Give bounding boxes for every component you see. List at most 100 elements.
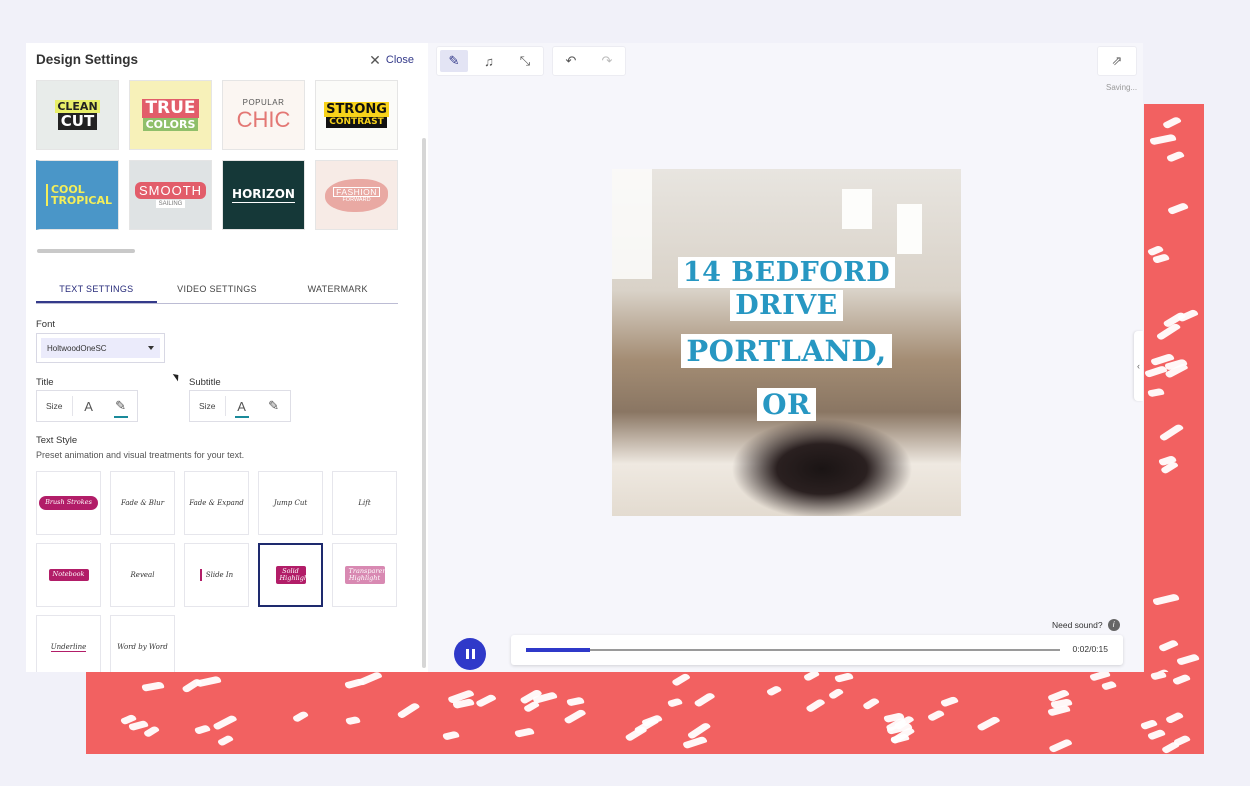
subtitle-size-button[interactable]: Size bbox=[190, 396, 226, 416]
brush-stroke-decoration bbox=[1166, 150, 1185, 163]
external-link-icon: ⇗ bbox=[1111, 53, 1123, 68]
mouse-cursor bbox=[172, 371, 182, 382]
close-icon: ✕ bbox=[369, 52, 381, 68]
resize-button[interactable]: ⤡ bbox=[507, 47, 543, 75]
undo-button[interactable]: ↶ bbox=[553, 47, 589, 75]
decorative-pattern-bottom bbox=[86, 672, 1204, 754]
tab-watermark[interactable]: WATERMARK bbox=[277, 280, 398, 303]
brush-stroke-decoration bbox=[671, 672, 691, 688]
panel-scrollbar[interactable] bbox=[422, 138, 426, 668]
style-transparent-highlight[interactable]: Transparent Highlight bbox=[332, 543, 397, 607]
brush-stroke-decoration bbox=[940, 695, 959, 708]
style-underline[interactable]: Underline bbox=[36, 615, 101, 672]
style-reveal[interactable]: Reveal bbox=[110, 543, 175, 607]
brush-icon: ✎ bbox=[448, 53, 460, 68]
playback-timeline: 0:02/0:15 bbox=[511, 635, 1123, 665]
style-lift[interactable]: Lift bbox=[332, 471, 397, 535]
style-label: Transparent Highlight bbox=[344, 565, 389, 585]
need-sound-label: Need sound? bbox=[1052, 620, 1103, 630]
text-color-icon[interactable]: A bbox=[226, 399, 258, 418]
preset-popular-chic[interactable]: POPULAR CHIC bbox=[222, 80, 305, 150]
progress-track[interactable] bbox=[526, 648, 1060, 652]
brush-stroke-decoration bbox=[805, 697, 826, 714]
preset-smooth-sailing[interactable]: SMOOTH SAILING bbox=[129, 160, 212, 230]
panel-title: Design Settings bbox=[36, 52, 139, 67]
text-color-icon[interactable]: A bbox=[73, 399, 105, 414]
info-icon: i bbox=[1107, 619, 1120, 631]
preset-label: SAILING bbox=[155, 200, 186, 208]
preset-clean-cut[interactable]: CLEAN CUT bbox=[36, 80, 119, 150]
preset-strong-contrast[interactable]: STRONG CONTRAST bbox=[315, 80, 398, 150]
preset-true-colors[interactable]: TRUE COLORS bbox=[129, 80, 212, 150]
brush-stroke-decoration bbox=[890, 732, 911, 745]
brush-stroke-decoration bbox=[1167, 201, 1189, 216]
redo-button[interactable]: ↷ bbox=[589, 47, 625, 75]
brush-stroke-decoration bbox=[1152, 593, 1180, 606]
tab-video-settings[interactable]: VIDEO SETTINGS bbox=[157, 280, 278, 303]
brush-stroke-decoration bbox=[1176, 653, 1200, 666]
style-fade-blur[interactable]: Fade & Blur bbox=[110, 471, 175, 535]
highlight-pen-icon[interactable]: ✎ bbox=[105, 398, 137, 418]
close-button[interactable]: ✕ Close bbox=[369, 50, 414, 70]
presets-scrollbar[interactable] bbox=[37, 249, 135, 253]
brush-stroke-decoration bbox=[834, 672, 854, 684]
brush-stroke-decoration bbox=[1162, 115, 1182, 130]
brush-stroke-decoration bbox=[1101, 680, 1117, 691]
tool-group: ✎ ♫ ⤡ bbox=[436, 46, 544, 76]
preset-content: FASHION FORWARD bbox=[325, 178, 388, 212]
brush-stroke-decoration bbox=[357, 672, 383, 687]
progress-fill bbox=[526, 648, 591, 652]
share-export-button[interactable]: ⇗ bbox=[1097, 46, 1137, 76]
title-label: Title bbox=[36, 377, 54, 388]
chevron-down-icon bbox=[148, 346, 154, 350]
preset-label: TRUE bbox=[142, 99, 199, 118]
preset-label: FORWARD bbox=[342, 197, 371, 203]
preset-horizon[interactable]: HORIZON bbox=[222, 160, 305, 230]
brush-stroke-decoration bbox=[1144, 364, 1168, 379]
brush-stroke-decoration bbox=[1147, 387, 1165, 398]
tab-text-settings[interactable]: TEXT SETTINGS bbox=[36, 280, 157, 303]
brush-stroke-decoration bbox=[1089, 672, 1111, 682]
style-label: Slide In bbox=[205, 571, 234, 579]
highlight-pen-icon[interactable]: ✎ bbox=[258, 398, 290, 414]
font-dropdown[interactable]: HoltwoodOneSC bbox=[36, 333, 165, 363]
brush-stroke-decoration bbox=[292, 709, 309, 724]
style-solid-highlight[interactable]: Solid Highlight bbox=[258, 543, 323, 607]
preset-label: STRONG bbox=[324, 102, 389, 117]
brush-stroke-decoration bbox=[345, 715, 361, 726]
brush-stroke-decoration bbox=[803, 672, 820, 683]
resize-icon: ⤡ bbox=[519, 53, 531, 68]
style-label: Reveal bbox=[130, 571, 155, 579]
preset-label: POPULAR bbox=[242, 98, 285, 107]
style-fade-expand[interactable]: Fade & Expand bbox=[184, 471, 249, 535]
style-jump-cut[interactable]: Jump Cut bbox=[258, 471, 323, 535]
brush-stroke-decoration bbox=[195, 675, 222, 688]
style-slide-in[interactable]: Slide In bbox=[184, 543, 249, 607]
font-value: HoltwoodOneSC bbox=[47, 343, 107, 353]
saving-status: Saving... bbox=[1106, 83, 1138, 92]
style-label: Underline bbox=[50, 642, 87, 652]
preset-cool-tropical[interactable]: COOL TROPICAL bbox=[36, 160, 119, 230]
preset-label: SMOOTH bbox=[134, 182, 207, 199]
collapse-panel-tab[interactable]: ‹ bbox=[1134, 331, 1143, 401]
history-group: ↶ ↷ bbox=[552, 46, 626, 76]
theme-presets: CLEAN CUT TRUE COLORS POPULAR CHIC STRON… bbox=[36, 80, 398, 250]
brush-stroke-decoration bbox=[396, 701, 420, 720]
music-button[interactable]: ♫ bbox=[471, 47, 507, 75]
need-sound-hint[interactable]: Need sound? i bbox=[1052, 619, 1120, 631]
design-brush-button[interactable]: ✎ bbox=[440, 50, 468, 72]
title-size-button[interactable]: Size bbox=[37, 396, 73, 416]
preset-label: CUT bbox=[57, 113, 98, 130]
pause-button[interactable] bbox=[454, 638, 486, 670]
brush-stroke-decoration bbox=[693, 690, 716, 709]
preset-label: TROPICAL bbox=[50, 194, 113, 207]
preset-content: COOL TROPICAL bbox=[45, 184, 113, 207]
style-notebook[interactable]: Notebook bbox=[36, 543, 101, 607]
video-preview[interactable]: 14 BEDFORD DRIVE PORTLAND, OR bbox=[612, 169, 961, 516]
style-brush-strokes[interactable]: Brush Strokes bbox=[36, 471, 101, 535]
video-window-2 bbox=[897, 204, 922, 254]
style-word-by-word[interactable]: Word by Word bbox=[110, 615, 175, 672]
pause-icon-bar bbox=[471, 649, 475, 659]
preset-label: CONTRAST bbox=[326, 117, 387, 128]
preset-fashion-forward[interactable]: FASHION FORWARD bbox=[315, 160, 398, 230]
